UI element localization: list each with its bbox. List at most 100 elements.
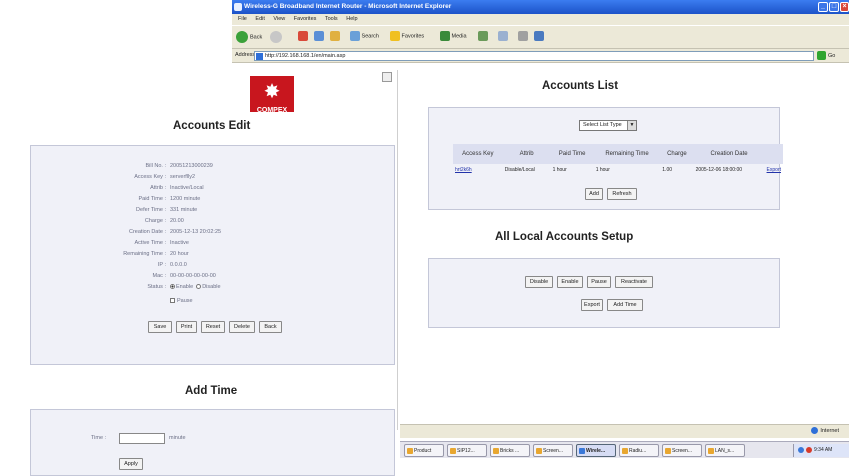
printer-icon [518, 31, 528, 41]
system-tray: 9:34 AM [793, 444, 849, 457]
accounts-edit-title: Accounts Edit [173, 120, 251, 132]
col-charge: Charge [660, 144, 694, 164]
stop-icon [298, 31, 308, 41]
access-key-link[interactable]: hrt2k6h [455, 167, 472, 173]
field-label: Creation Date : [129, 229, 166, 235]
list-type-select[interactable]: Select List Type ▼ [579, 120, 637, 131]
status-row: Status : Enable Disable [147, 284, 221, 290]
back-button[interactable]: Back [259, 321, 282, 333]
field-label: Bill No. : [145, 163, 166, 169]
security-zone: Internet [811, 427, 839, 434]
field-value: 1200 minute [170, 196, 201, 202]
task-product[interactable]: Product [404, 444, 444, 457]
forward-arrow-icon [270, 31, 282, 43]
go-arrow-icon [817, 51, 826, 60]
back-button[interactable]: Back [236, 31, 262, 43]
mail-icon [498, 31, 508, 41]
add-time-panel: Time : minute Apply [30, 409, 395, 476]
network-tray-icon[interactable] [798, 447, 804, 453]
menu-help[interactable]: Help [346, 16, 357, 22]
search-icon [350, 31, 360, 41]
address-url: http://192.168.168.1/en/main.asp [265, 53, 346, 59]
media-button[interactable]: Media [440, 31, 467, 41]
stop-button[interactable] [298, 31, 308, 41]
enable-all-button[interactable]: Enable [557, 276, 583, 288]
print-browser-button[interactable] [518, 31, 528, 41]
export-all-button[interactable]: Export [581, 299, 603, 311]
app-icon [622, 448, 628, 454]
reactivate-all-button[interactable]: Reactivate [615, 276, 653, 288]
pause-row: Pause [31, 298, 396, 308]
refresh-browser-button[interactable] [314, 31, 324, 41]
add-button[interactable]: Add [585, 188, 603, 200]
field-row: Creation Date : 2005-12-13 20:02:25 [31, 229, 396, 239]
home-button[interactable] [330, 31, 340, 41]
task-screen-1[interactable]: Screen... [533, 444, 573, 457]
field-label: Paid Time : [138, 196, 166, 202]
task-lan[interactable]: LAN_s... [705, 444, 745, 457]
remaining-time-cell: 1 hour [595, 167, 610, 173]
reset-button[interactable]: Reset [201, 321, 225, 333]
field-label: Access Key : [134, 174, 166, 180]
field-row: Access Key : serverflly2 [31, 174, 396, 184]
pause-all-button[interactable]: Pause [587, 276, 611, 288]
menu-tools[interactable]: Tools [325, 16, 338, 22]
history-button[interactable] [478, 31, 488, 41]
field-row: Attrib : Inactive/Local [31, 185, 396, 195]
pause-checkbox[interactable] [170, 298, 175, 304]
time-input[interactable] [119, 433, 165, 444]
export-link[interactable]: Export [767, 167, 781, 173]
time-label: Time : [91, 435, 107, 441]
menu-bar: File Edit View Favorites Tools Help [232, 14, 849, 25]
go-button[interactable]: Go [817, 51, 845, 61]
search-button[interactable]: Search [350, 31, 379, 41]
print-button[interactable]: Print [176, 321, 197, 333]
field-value: 2005-12-13 20:02:25 [170, 229, 222, 235]
field-label: Mac : [152, 273, 166, 279]
edit-page-button[interactable] [534, 31, 544, 41]
address-input[interactable]: http://192.168.168.1/en/main.asp [254, 51, 814, 61]
media-icon [440, 31, 450, 41]
field-label: Active Time : [134, 240, 166, 246]
field-value: Inactive/Local [170, 185, 204, 191]
refresh-button[interactable]: Refresh [607, 188, 637, 200]
delete-button[interactable]: Delete [229, 321, 255, 333]
save-button[interactable]: Save [148, 321, 172, 333]
menu-file[interactable]: File [238, 16, 247, 22]
status-label: Status : [147, 284, 166, 290]
alert-tray-icon[interactable] [806, 447, 812, 453]
field-value: 331 minute [170, 207, 198, 213]
menu-favorites[interactable]: Favorites [294, 16, 317, 22]
favorites-button[interactable]: Favorites [390, 31, 424, 41]
mail-button[interactable] [498, 31, 508, 41]
app-icon [450, 448, 456, 454]
apply-button[interactable]: Apply [119, 458, 143, 470]
task-bricks[interactable]: Bricks ... [490, 444, 530, 457]
col-access-key: Access Key [453, 144, 503, 164]
enable-radio[interactable] [170, 284, 175, 290]
disable-all-button[interactable]: Disable [525, 276, 553, 288]
forward-button[interactable] [270, 31, 284, 43]
local-accounts-setup-title: All Local Accounts Setup [495, 231, 634, 243]
minimize-icon[interactable]: _ [818, 2, 828, 12]
browser-title-bar: Wireless-G Broadband Internet Router - M… [232, 0, 849, 14]
field-value: 20051213000239 [170, 163, 213, 169]
folder-icon [665, 448, 671, 454]
menu-view[interactable]: View [273, 16, 285, 22]
scroll-up-arrow-icon[interactable] [382, 72, 392, 82]
task-radius[interactable]: Radiu... [619, 444, 659, 457]
add-time-title: Add Time [185, 385, 238, 397]
add-time-all-button[interactable]: Add Time [607, 299, 643, 311]
menu-edit[interactable]: Edit [255, 16, 264, 22]
field-label: IP : [157, 262, 166, 268]
maximize-icon[interactable]: □ [829, 2, 839, 12]
disable-radio[interactable] [196, 284, 202, 290]
field-value: 20.00 [170, 218, 184, 224]
creation-date-cell: 2005-12-06 18:00:00 [695, 167, 743, 173]
task-sip12[interactable]: SIP12... [447, 444, 487, 457]
task-wireless[interactable]: Wirele... [576, 444, 616, 457]
close-icon[interactable]: × [840, 2, 849, 12]
field-value: 0.0.0.0 [170, 262, 187, 268]
task-screen-2[interactable]: Screen... [662, 444, 702, 457]
accounts-list-panel: Select List Type ▼ Access Key Attrib Pai… [428, 107, 783, 210]
